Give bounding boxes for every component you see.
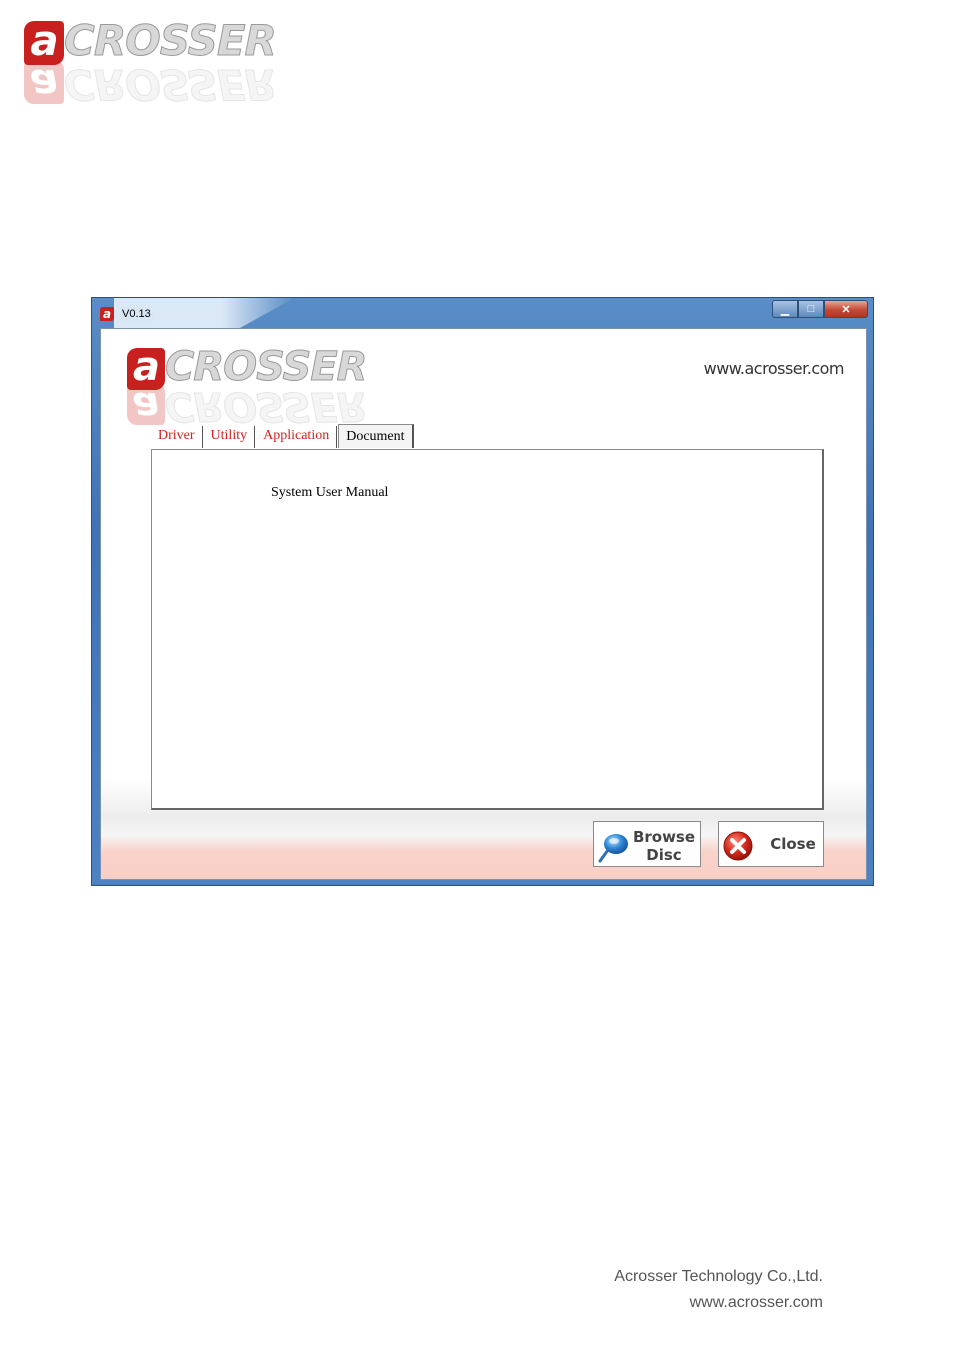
document-panel: System User Manual [151,449,824,810]
app-icon: a [100,307,114,321]
tab-strip: Driver Utility Application Document [151,424,415,450]
window-client-area: a CROSSER a CROSSER www.acrosser.com Drive… [100,328,867,880]
document-link-system-user-manual[interactable]: System User Manual [271,485,388,501]
footer-company: Acrosser Technology Co.,Ltd. [614,1268,823,1285]
browse-label-line2: Disc [646,846,682,864]
maximize-icon: □ [807,303,815,315]
footer-url: www.acrosser.com [689,1294,823,1311]
maximize-button[interactable]: □ [798,300,824,318]
title-bar[interactable]: a V0.13 ▁ □ ✕ [92,298,873,328]
window-controls: ▁ □ ✕ [772,300,868,318]
header-logo-reflection: a CROSSER [127,383,367,430]
tab-driver[interactable]: Driver [151,426,203,448]
tab-utility[interactable]: Utility [203,426,256,448]
close-label: Close [770,835,816,853]
page-logo: a CROSSER a CROSSER [24,19,277,110]
search-disc-icon [598,834,628,863]
browse-disc-label: Browse Disc [632,828,696,864]
close-button[interactable]: Close [718,821,824,867]
page-logo-reflection: a CROSSER [24,60,276,110]
browse-label-line1: Browse [632,828,696,846]
window-close-button[interactable]: ✕ [824,300,868,318]
header-url: www.acrosser.com [703,359,845,378]
app-window: a V0.13 ▁ □ ✕ a CROSSER a CROSSER www.acro… [91,297,874,886]
tab-document[interactable]: Document [338,424,414,448]
window-title: V0.13 [120,307,153,321]
close-icon: ✕ [841,303,851,316]
minimize-icon: ▁ [780,303,790,316]
page-logo-text: CROSSER [64,16,278,65]
browse-disc-button[interactable]: Browse Disc [593,821,701,867]
minimize-button[interactable]: ▁ [772,300,798,318]
tab-application[interactable]: Application [256,426,338,448]
close-x-icon [723,831,753,861]
header-logo: a CROSSER a CROSSER [127,347,368,430]
page-logo-a: a [24,20,64,65]
